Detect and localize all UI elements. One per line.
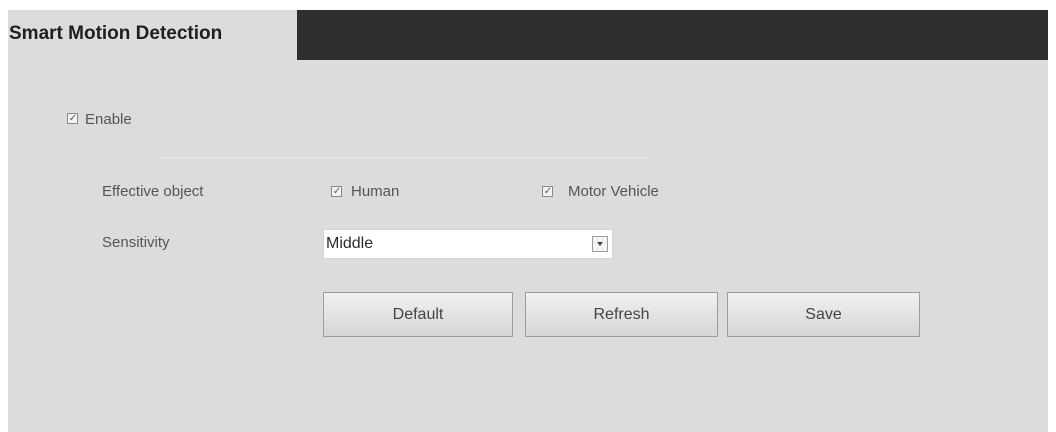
sensitivity-label: Sensitivity [102,234,170,251]
human-label: Human [351,183,400,200]
motor-vehicle-label: Motor Vehicle [568,183,659,200]
motor-vehicle-checkbox[interactable]: ✓ [542,186,553,197]
checkbox-checked-icon: ✓ [332,186,342,197]
sensitivity-select[interactable]: Middle [323,229,613,259]
enable-checkbox[interactable]: ✓ [67,113,78,124]
enable-label: Enable [85,111,132,128]
page-title: Smart Motion Detection [9,23,223,44]
effective-object-label: Effective object [102,183,204,200]
refresh-button[interactable]: Refresh [525,292,718,337]
section-divider [160,157,650,158]
sensitivity-value: Middle [326,235,374,252]
checkbox-checked-icon: ✓ [543,186,553,197]
title-bar-dark-strip [297,10,1048,60]
default-button[interactable]: Default [323,292,513,337]
human-checkbox[interactable]: ✓ [331,186,342,197]
chevron-down-icon[interactable] [592,236,608,252]
checkbox-checked-icon: ✓ [68,113,78,124]
save-button[interactable]: Save [727,292,920,337]
settings-panel [8,10,1048,432]
